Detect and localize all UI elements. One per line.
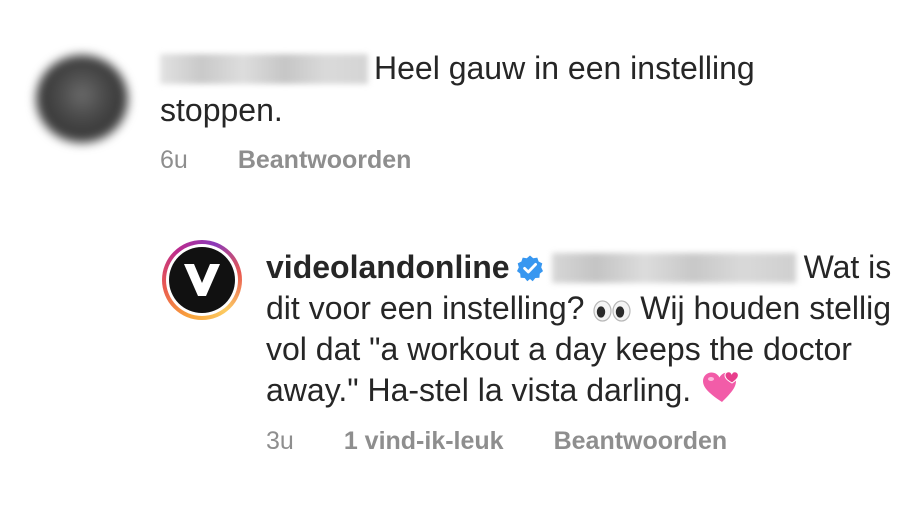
comment-1-meta: 6u Beantwoorden xyxy=(160,146,411,175)
comment-2-time: 3u xyxy=(266,427,294,455)
comment-2-reply-button[interactable]: Beantwoorden xyxy=(554,427,728,455)
comment-2-username[interactable]: videolandonline xyxy=(266,249,510,285)
blurred-username[interactable] xyxy=(160,54,368,84)
story-ring-avatar[interactable] xyxy=(162,240,242,320)
comment-1-body: Heel gauw in een instelling stoppen. xyxy=(160,47,880,131)
comment-1-reply-button[interactable]: Beantwoorden xyxy=(238,146,412,174)
comment-2-meta: 3u 1 vind-ik-leuk Beantwoorden xyxy=(266,427,727,456)
blurred-avatar[interactable] xyxy=(36,55,128,143)
videoland-logo xyxy=(169,247,235,313)
blurred-mention[interactable] xyxy=(551,253,796,283)
two-hearts-emoji-icon xyxy=(703,371,739,402)
comment-1-time: 6u xyxy=(160,146,188,174)
comment-2-likes-button[interactable]: 1 vind-ik-leuk xyxy=(344,427,504,455)
v-logo-icon xyxy=(184,264,220,296)
comment-2-body: videolandonline Wat is dit voor een inst… xyxy=(266,247,906,411)
eyes-emoji-icon xyxy=(593,300,631,322)
verified-badge-icon xyxy=(516,255,543,282)
